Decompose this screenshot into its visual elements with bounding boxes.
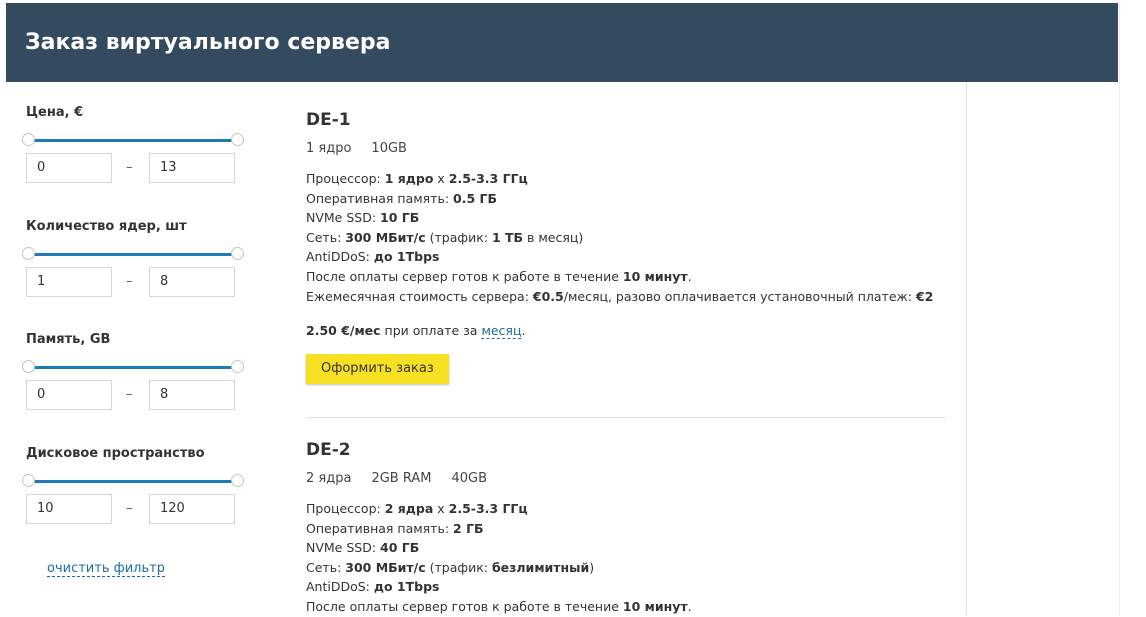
price-range: 0 – 13 [26,153,238,183]
disk-range: 10 – 120 [26,494,238,524]
spec-cpu: Процессор: 1 ядро x 2.5-3.3 ГГц [306,171,528,186]
slider-track [26,253,238,256]
slider-max-handle[interactable] [231,360,244,373]
product-specs: Процессор: 1 ядро x 2.5-3.3 ГГц Оператив… [306,169,946,306]
product-title: DE-2 [306,440,351,460]
range-separator: – [126,160,133,175]
disk-to-input[interactable]: 120 [149,494,235,524]
cores-range: 1 – 8 [26,267,238,297]
memory-slider[interactable] [22,357,244,377]
content-divider [966,82,967,615]
page-edge-divider [1119,3,1120,615]
spec-monthly-cost: Ежемесячная стоимость сервера: €0.5/меся… [306,288,934,304]
spec-ssd: NVMe SSD: 40 ГБ [306,540,420,556]
range-separator: – [126,501,133,516]
slider-track [26,480,238,483]
filter-price: Цена, € 0 – 13 [22,105,244,183]
cores-slider[interactable] [22,244,244,264]
filter-label: Цена, € [26,105,84,120]
product-divider [306,417,946,418]
spec-antiddos: AntiDDoS: до 1Tbps [306,249,440,265]
billing-period-link[interactable]: месяц [481,323,522,340]
price-line: 2.50 €/мес при оплате за месяц. [306,323,526,340]
range-separator: – [126,387,133,402]
spec-ram: Оперативная память: 2 ГБ [306,520,484,536]
spec-ready-time: После оплаты сервер готов к работе в теч… [306,598,692,614]
range-separator: – [126,274,133,289]
page-header: Заказ виртуального сервера [6,3,1118,82]
slider-min-handle[interactable] [22,360,35,373]
cores-from-input[interactable]: 1 [26,267,112,297]
slider-min-handle[interactable] [22,247,35,260]
product-tags: 2 ядра 2GB RAM 40GB [306,470,946,488]
product-card: DE-2 2 ядра 2GB RAM 40GB Процессор: 2 ядра… [306,439,946,617]
disk-from-input[interactable]: 10 [26,494,112,524]
slider-max-handle[interactable] [231,474,244,487]
price-value: 2.50 €/мес [306,323,381,339]
price-to-input[interactable]: 13 [149,153,235,183]
price-slider[interactable] [22,130,244,150]
slider-track [26,366,238,369]
product-tags: 1 ядро 10GB [306,140,946,158]
tag: 2GB RAM [371,471,432,486]
spec-ram: Оперативная память: 0.5 ГБ [306,190,498,206]
spec-antiddos: AntiDDoS: до 1Tbps [306,579,440,595]
slider-track [26,139,238,142]
filter-cores: Количество ядер, шт 1 – 8 [22,219,244,297]
slider-max-handle[interactable] [231,247,244,260]
slider-max-handle[interactable] [231,133,244,146]
product-card: DE-1 1 ядро 10GB Процессор: 1 ядро x 2.5-… [306,109,946,385]
slider-min-handle[interactable] [22,474,35,487]
slider-min-handle[interactable] [22,133,35,146]
tag: 2 ядра [306,471,352,486]
spec-network: Сеть: 300 МБит/с (трафик: 1 ТБ в месяц) [306,229,584,245]
product-title: DE-1 [306,110,351,130]
filter-memory: Память, GB 0 – 8 [22,332,244,410]
filter-label: Дисковое пространство [26,446,205,461]
clear-filter-link[interactable]: очистить фильтр [47,561,165,577]
spec-cpu: Процессор: 2 ядра x 2.5-3.3 ГГц [306,501,528,516]
cores-to-input[interactable]: 8 [149,267,235,297]
filter-disk: Дисковое пространство 10 – 120 [22,446,244,524]
memory-from-input[interactable]: 0 [26,380,112,410]
product-specs: Процессор: 2 ядра x 2.5-3.3 ГГц Оператив… [306,499,946,617]
memory-range: 0 – 8 [26,380,238,410]
filter-label: Количество ядер, шт [26,219,187,234]
tag: 40GB [451,471,487,486]
spec-ssd: NVMe SSD: 10 ГБ [306,210,420,226]
memory-to-input[interactable]: 8 [149,380,235,410]
price-from-input[interactable]: 0 [26,153,112,183]
spec-network: Сеть: 300 МБит/с (трафик: безлимитный) [306,559,595,575]
disk-slider[interactable] [22,471,244,491]
page-title: Заказ виртуального сервера [25,30,391,55]
tag: 10GB [371,141,407,156]
order-button[interactable]: Оформить заказ [306,354,449,385]
filter-label: Память, GB [26,332,111,347]
tag: 1 ядро [306,141,352,156]
spec-ready-time: После оплаты сервер готов к работе в теч… [306,268,692,284]
